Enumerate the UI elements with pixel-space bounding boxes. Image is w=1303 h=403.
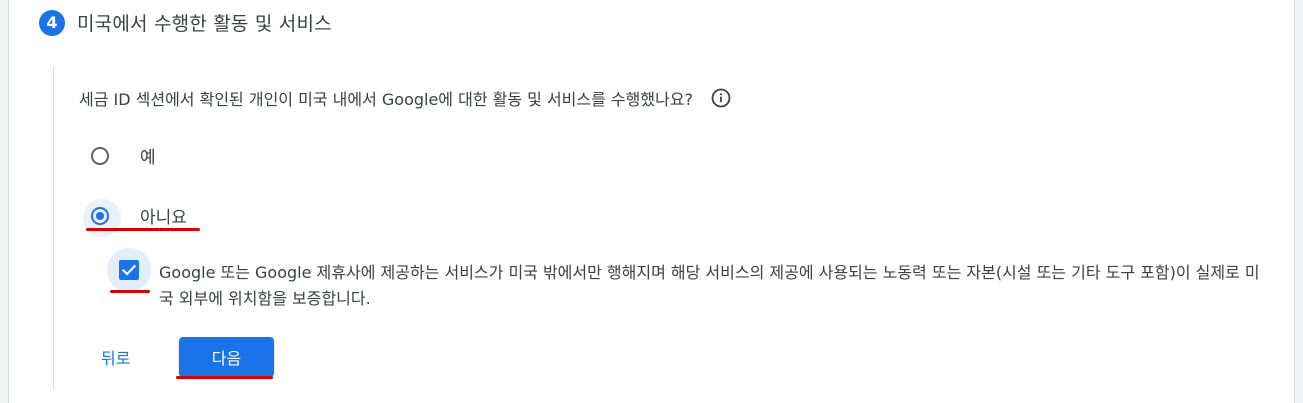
certification-checkbox[interactable] (119, 260, 139, 280)
step-card: 4 미국에서 수행한 활동 및 서비스 세금 ID 섹션에서 확인된 개인이 미… (8, 0, 1295, 403)
question: 세금 ID 섹션에서 확인된 개인이 미국 내에서 Google에 대한 활동 … (79, 86, 731, 110)
radio-no-label: 아니요 (140, 208, 187, 228)
certification-text: Google 또는 Google 제휴사에 제공하는 서비스가 미국 밖에서만 … (159, 263, 1260, 308)
step-title: 미국에서 수행한 활동 및 서비스 (77, 13, 332, 35)
certification-checkbox-focus[interactable] (107, 248, 151, 292)
info-circle-icon[interactable] (711, 88, 731, 108)
question-text: 세금 ID 섹션에서 확인된 개인이 미국 내에서 Google에 대한 활동 … (79, 90, 694, 109)
radio-option-no[interactable]: 아니요 (83, 198, 187, 237)
radio-yes-button[interactable] (91, 146, 109, 165)
radio-yes-label: 예 (140, 148, 156, 168)
step-header: 4 미국에서 수행한 활동 및 서비스 (39, 9, 332, 36)
annotation-underline-checkbox (110, 290, 150, 293)
radio-option-yes[interactable]: 예 (91, 143, 156, 168)
annotation-underline-no-option (86, 228, 200, 231)
annotation-underline-next-button (176, 376, 273, 379)
back-button[interactable]: 뒤로 (101, 345, 130, 369)
radio-no-button[interactable] (83, 198, 121, 237)
step-number-badge: 4 (39, 9, 65, 36)
step-content-rail (53, 66, 54, 390)
checkmark-icon (121, 264, 137, 276)
next-button[interactable]: 다음 (179, 337, 274, 377)
